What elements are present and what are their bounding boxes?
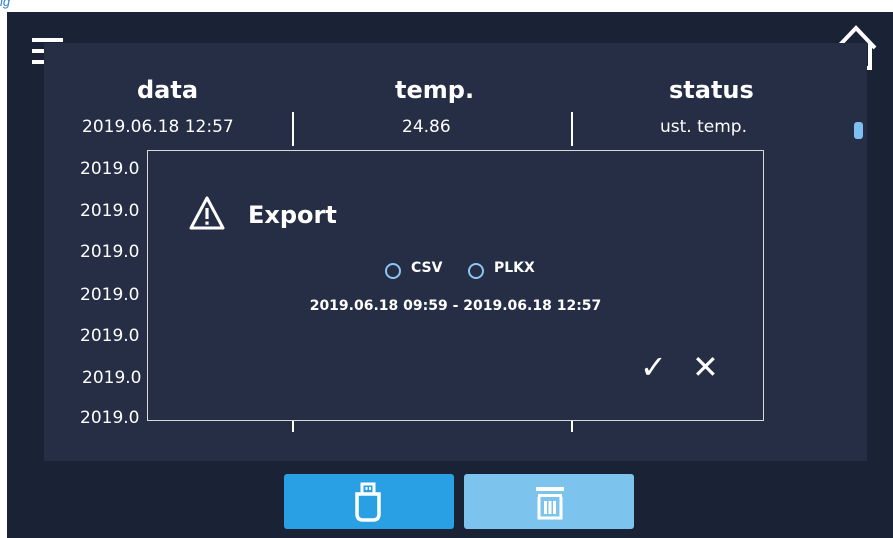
column-header-status: status [669, 76, 754, 104]
row-temp: 24.86 [402, 117, 451, 137]
trash-icon [536, 487, 564, 520]
row-date: 2019.0 [80, 285, 140, 305]
warning-icon [189, 196, 225, 230]
csv-radio-button[interactable] [385, 263, 401, 279]
row-date: 2019.0 [80, 408, 140, 428]
plkx-radio-button[interactable] [468, 263, 484, 279]
row-status: ust. temp. [660, 117, 747, 137]
confirm-icon[interactable]: ✓ [640, 351, 667, 383]
csv-option-label[interactable]: CSV [411, 260, 442, 276]
delete-button[interactable] [464, 474, 634, 529]
row-date: 2019.0 [80, 159, 140, 179]
usb-icon [355, 482, 381, 522]
cancel-icon[interactable]: ✕ [692, 351, 719, 383]
row-date: 2019.06.18 12:57 [82, 117, 234, 137]
usb-export-button[interactable] [284, 474, 454, 529]
column-separator [292, 112, 294, 146]
column-header-date: data [137, 76, 199, 104]
column-separator [571, 112, 573, 146]
column-separator [571, 420, 573, 432]
export-date-range: 2019.06.18 09:59 - 2019.06.18 12:57 [309, 298, 602, 314]
row-date: 2019.0 [80, 242, 140, 262]
device-screen: data temp. status 2019.06.18 12:57 24.86… [7, 12, 893, 538]
scrollbar-thumb[interactable] [854, 122, 863, 139]
row-date: 2019.0 [80, 326, 140, 346]
figure-caption: ig [0, 0, 11, 9]
row-date: 2019.0 [80, 201, 140, 221]
dialog-title: Export [248, 201, 337, 229]
export-dialog: Export CSV PLKX 2019.06.18 09:59 - 2019.… [147, 150, 764, 421]
row-date: 2019.0 [82, 368, 142, 388]
column-separator [292, 420, 294, 432]
column-header-temp: temp. [395, 76, 475, 104]
plkx-option-label[interactable]: PLKX [494, 260, 535, 276]
